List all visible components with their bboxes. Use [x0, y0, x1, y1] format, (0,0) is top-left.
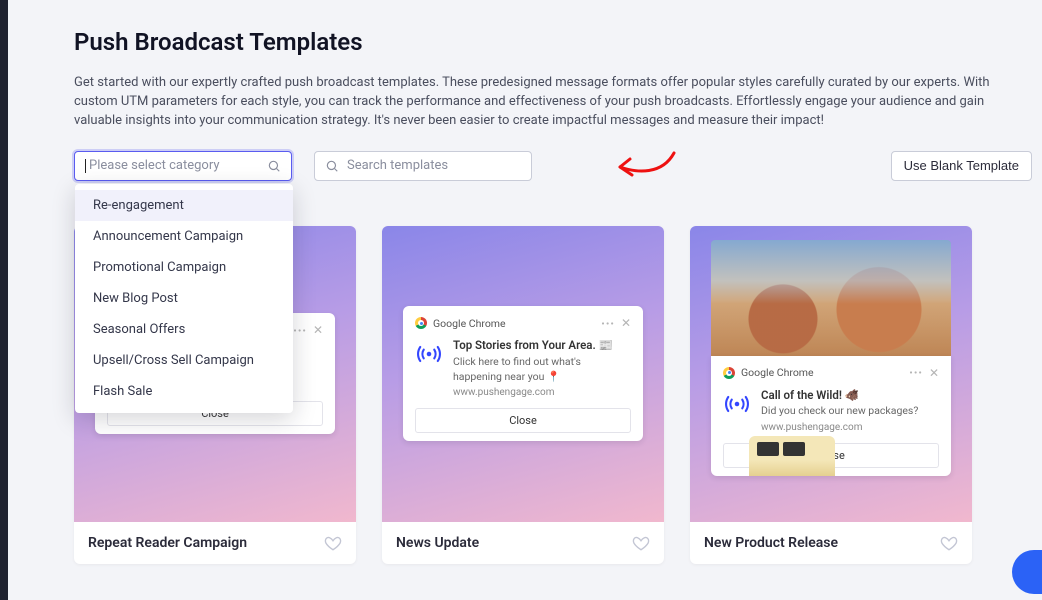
notif-app-label: Google Chrome: [741, 366, 814, 379]
category-placeholder: Please select category: [89, 158, 220, 173]
more-icon: •••: [293, 324, 307, 337]
page-title: Push Broadcast Templates: [74, 28, 1042, 56]
category-select[interactable]: Please select category Re-engagement Ann…: [74, 151, 292, 181]
help-fab[interactable]: [1012, 550, 1042, 594]
search-icon: [325, 159, 339, 173]
chrome-icon: [415, 317, 427, 329]
category-option[interactable]: Seasonal Offers: [75, 314, 293, 345]
category-option[interactable]: Upsell/Cross Sell Campaign: [75, 345, 293, 376]
template-card[interactable]: Google Chrome ••• ✕: [690, 226, 972, 564]
template-image: [711, 240, 951, 356]
broadcast-icon: [723, 390, 751, 418]
template-title: New Product Release: [704, 535, 838, 551]
template-title: Repeat Reader Campaign: [88, 535, 247, 551]
notif-close-button[interactable]: Close: [415, 408, 631, 433]
page-intro: Get started with our expertly crafted pu…: [74, 74, 1004, 131]
controls-row: Please select category Re-engagement Ann…: [74, 151, 1042, 181]
close-icon: ✕: [621, 316, 631, 330]
search-icon: [267, 159, 281, 173]
close-icon: ✕: [929, 366, 939, 380]
broadcast-icon: [415, 340, 443, 368]
favorite-icon[interactable]: [940, 534, 958, 552]
template-preview: Google Chrome ••• ✕: [690, 226, 972, 522]
more-icon: •••: [601, 317, 615, 330]
category-option[interactable]: Announcement Campaign: [75, 221, 293, 252]
notif-title: Call of the Wild! 🐗: [761, 388, 918, 403]
category-dropdown: Re-engagement Announcement Campaign Prom…: [75, 184, 293, 413]
use-blank-template-button[interactable]: Use Blank Template: [891, 151, 1032, 181]
category-option[interactable]: Flash Sale: [75, 376, 293, 407]
more-icon: •••: [909, 366, 923, 379]
template-title: News Update: [396, 535, 479, 551]
chrome-icon: [723, 367, 735, 379]
favorite-icon[interactable]: [324, 534, 342, 552]
notif-source: www.pushengage.com: [453, 387, 631, 398]
category-option[interactable]: New Blog Post: [75, 283, 293, 314]
notif-source: www.pushengage.com: [761, 422, 918, 433]
category-option[interactable]: Promotional Campaign: [75, 252, 293, 283]
template-card[interactable]: Google Chrome ••• ✕ Top: [382, 226, 664, 564]
notification-preview: Google Chrome ••• ✕ Top: [403, 306, 643, 440]
favorite-icon[interactable]: [632, 534, 650, 552]
close-icon: ✕: [313, 323, 323, 337]
template-preview: Google Chrome ••• ✕ Top: [382, 226, 664, 522]
category-option[interactable]: Re-engagement: [75, 190, 293, 221]
search-placeholder: Search templates: [347, 158, 448, 173]
notif-app-label: Google Chrome: [433, 317, 506, 330]
annotation-arrow: [612, 145, 682, 185]
side-strip: [0, 0, 8, 600]
search-input[interactable]: Search templates: [314, 151, 532, 181]
notif-desc: Did you check our new packages?: [761, 404, 918, 418]
notif-title: Top Stories from Your Area. 📰: [453, 338, 631, 353]
notif-desc: Click here to find out what's happening …: [453, 355, 631, 383]
